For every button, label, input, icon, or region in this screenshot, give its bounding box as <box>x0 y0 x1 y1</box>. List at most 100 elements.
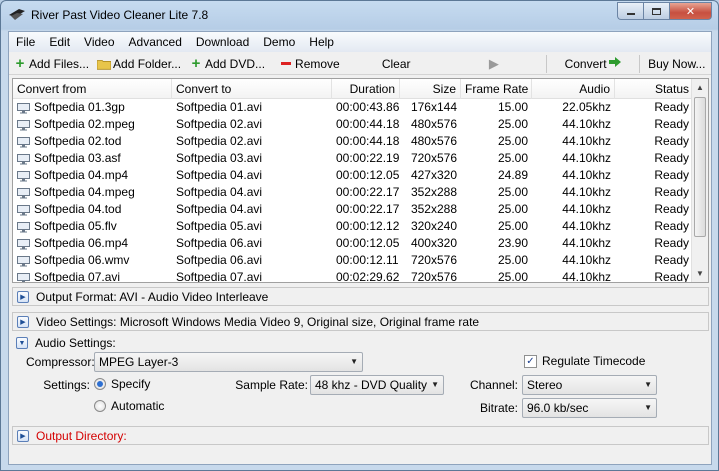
convert-to-cell-text: Softpedia 01.avi <box>176 100 263 114</box>
size-cell-text: 352x288 <box>410 202 457 216</box>
bitrate-select[interactable]: 96.0 kb/sec ▼ <box>522 398 657 418</box>
duration-cell: 00:00:12.12 <box>332 218 400 235</box>
size-cell-text: 480x576 <box>410 134 457 148</box>
duration-cell-text: 00:00:44.18 <box>336 117 400 131</box>
sample-rate-select[interactable]: 48 khz - DVD Quality ▼ <box>310 375 444 395</box>
column-convert-to[interactable]: Convert to <box>172 79 332 99</box>
regulate-timecode-label: Regulate Timecode <box>542 354 646 368</box>
maximize-button[interactable] <box>643 2 669 20</box>
convert-from-cell: Softpedia 02.mpeg <box>13 116 172 133</box>
convert-from-cell: Softpedia 04.tod <box>13 201 172 218</box>
convert-from-cell-text: Softpedia 03.asf <box>34 151 121 165</box>
scroll-down-icon[interactable]: ▼ <box>692 265 708 282</box>
vertical-scrollbar[interactable]: ▲ ▼ <box>691 79 708 282</box>
add-files-button[interactable]: + Add Files... <box>9 54 93 74</box>
convert-to-cell: Softpedia 01.avi <box>172 99 332 116</box>
add-folder-button[interactable]: Add Folder... <box>93 54 185 74</box>
convert-from-cell: Softpedia 07.avi <box>13 269 172 283</box>
folder-icon <box>97 57 112 71</box>
menu-download[interactable]: Download <box>196 35 249 49</box>
status-cell: Ready <box>615 116 693 133</box>
menu-help[interactable]: Help <box>309 35 334 49</box>
convert-to-cell: Softpedia 07.avi <box>172 269 332 282</box>
column-frame-rate[interactable]: Frame Rate <box>461 79 532 99</box>
column-size[interactable]: Size <box>400 79 461 99</box>
expand-icon[interactable]: ▶ <box>17 429 29 442</box>
table-row[interactable]: Softpedia 01.3gp Softpedia 01.avi 00:00:43… <box>13 99 708 116</box>
table-row[interactable]: Softpedia 07.avi Softpedia 07.avi 00:02:29… <box>13 269 708 283</box>
table-row[interactable]: Softpedia 04.mpeg Softpedia 04.avi 00:00:2… <box>13 184 708 201</box>
menu-file[interactable]: File <box>16 35 35 49</box>
status-cell: Ready <box>615 167 693 184</box>
convert-button[interactable]: Convert <box>550 54 636 74</box>
table-row[interactable]: Softpedia 06.mp4 Softpedia 06.avi 00:00:12… <box>13 235 708 252</box>
column-duration[interactable]: Duration <box>332 79 400 99</box>
menu-edit[interactable]: Edit <box>49 35 70 49</box>
table-row[interactable]: Softpedia 02.tod Softpedia 02.avi 00:00:44… <box>13 133 708 150</box>
convert-to-cell-text: Softpedia 04.avi <box>176 185 263 199</box>
menu-demo[interactable]: Demo <box>263 35 295 49</box>
collapse-icon[interactable]: ▼ <box>16 337 28 349</box>
audio-cell: 44.10khz <box>532 235 615 252</box>
minimize-button[interactable] <box>617 2 643 20</box>
column-audio[interactable]: Audio <box>532 79 615 99</box>
close-button[interactable]: ✕ <box>669 2 712 20</box>
table-row[interactable]: Softpedia 02.mpeg Softpedia 02.avi 00:00:4… <box>13 116 708 133</box>
remove-button[interactable]: Remove <box>269 54 347 74</box>
add-dvd-button[interactable]: + Add DVD... <box>185 54 269 74</box>
convert-to-cell: Softpedia 06.avi <box>172 252 332 269</box>
clear-button[interactable]: Clear <box>347 54 445 74</box>
output-directory-section[interactable]: ▶ Output Directory: <box>12 426 709 445</box>
video-settings-section[interactable]: ▶ Video Settings: Microsoft Windows Medi… <box>12 312 709 331</box>
size-cell-text: 352x288 <box>410 185 457 199</box>
duration-cell-text: 00:02:29.62 <box>336 270 400 283</box>
channel-select[interactable]: Stereo ▼ <box>522 375 657 395</box>
buy-now-button[interactable]: Buy Now... <box>643 54 711 74</box>
convert-from-cell-text: Softpedia 07.avi <box>34 270 121 283</box>
status-cell: Ready <box>615 150 693 167</box>
scrollbar-thumb[interactable] <box>694 97 706 237</box>
audio-cell-text: 44.10khz <box>562 117 611 131</box>
status-cell-text: Ready <box>654 270 689 283</box>
status-cell: Ready <box>615 99 693 116</box>
duration-cell: 00:00:22.19 <box>332 150 400 167</box>
status-cell: Ready <box>615 252 693 269</box>
maximize-icon <box>652 7 661 15</box>
convert-from-cell-text: Softpedia 06.mp4 <box>34 236 129 250</box>
output-format-section[interactable]: ▶ Output Format: AVI - Audio Video Inter… <box>12 287 709 306</box>
column-status[interactable]: Status <box>615 79 693 99</box>
table-row[interactable]: Softpedia 05.flv Softpedia 05.avi 00:00:12… <box>13 218 708 235</box>
compressor-select[interactable]: MPEG Layer-3 ▼ <box>94 352 363 372</box>
convert-to-cell: Softpedia 02.avi <box>172 116 332 133</box>
menu-video[interactable]: Video <box>84 35 114 49</box>
chevron-down-icon: ▼ <box>350 357 358 366</box>
table-row[interactable]: Softpedia 03.asf Softpedia 03.avi 00:00:22… <box>13 150 708 167</box>
monitor-icon <box>17 102 30 114</box>
specify-radio[interactable]: Specify <box>94 377 150 391</box>
scroll-up-icon[interactable]: ▲ <box>692 79 708 96</box>
frame-rate-cell-text: 25.00 <box>497 270 528 283</box>
table-row[interactable]: Softpedia 06.wmv Softpedia 06.avi 00:00:12… <box>13 252 708 269</box>
audio-cell-text: 44.10khz <box>562 134 611 148</box>
settings-label: Settings: <box>43 378 90 392</box>
expand-icon[interactable]: ▶ <box>17 315 29 328</box>
table-row[interactable]: Softpedia 04.mp4 Softpedia 04.avi 00:00:12… <box>13 167 708 184</box>
automatic-radio[interactable]: Automatic <box>94 399 164 413</box>
duration-cell-text: 00:00:12.11 <box>336 253 399 267</box>
audio-cell-text: 44.10khz <box>562 270 611 283</box>
audio-cell-text: 22.05khz <box>562 100 611 114</box>
regulate-timecode-checkbox[interactable]: ✓ Regulate Timecode <box>524 354 645 368</box>
audio-settings-header[interactable]: ▼ Audio Settings: <box>12 334 116 352</box>
table-row[interactable]: Softpedia 04.tod Softpedia 04.avi 00:00:22… <box>13 201 708 218</box>
audio-cell: 44.10khz <box>532 133 615 150</box>
play-button[interactable]: ▶ <box>445 54 543 74</box>
file-list[interactable]: Convert from Convert to Duration Size Fr… <box>12 78 709 283</box>
convert-to-cell: Softpedia 04.avi <box>172 184 332 201</box>
frame-rate-cell-text: 25.00 <box>497 202 528 216</box>
column-convert-from[interactable]: Convert from <box>13 79 172 99</box>
expand-icon[interactable]: ▶ <box>17 290 29 303</box>
convert-from-cell: Softpedia 05.flv <box>13 218 172 235</box>
close-icon: ✕ <box>685 5 696 18</box>
chevron-down-icon: ▼ <box>644 403 652 412</box>
menu-advanced[interactable]: Advanced <box>129 35 182 49</box>
